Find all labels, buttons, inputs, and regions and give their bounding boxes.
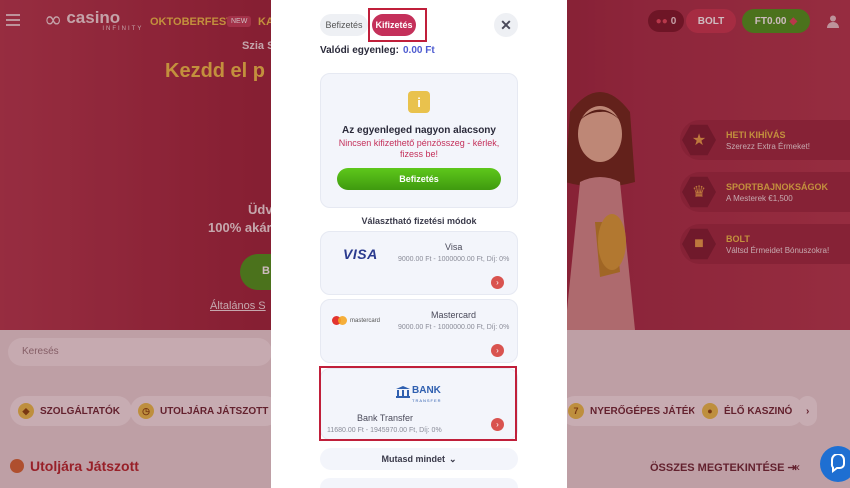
mastercard-logo-text: mastercard xyxy=(350,317,381,324)
chevron-down-icon: ⌄ xyxy=(448,453,457,464)
chevron-right-icon[interactable]: › xyxy=(491,276,504,289)
low-balance-text: Nincsen kifizethető pénzösszeg - kérlek,… xyxy=(338,138,500,159)
mastercard-logo: mastercard xyxy=(332,316,380,325)
payment-methods-title: Választható fizetési módok xyxy=(361,216,477,226)
visa-logo: VISA xyxy=(343,246,378,262)
close-icon[interactable]: ✕ xyxy=(494,13,518,37)
info-icon: i xyxy=(408,91,430,113)
show-all-button[interactable]: Mutasd mindet ⌄ xyxy=(320,448,518,470)
payment-method-range: 9000.00 Ft - 1000000.00 Ft, Díj: 0% xyxy=(398,256,510,263)
payment-method-range: 9000.00 Ft - 1000000.00 Ft, Díj: 0% xyxy=(398,324,510,331)
balance-label: Valódi egyenleg: xyxy=(320,45,399,56)
chevron-right-icon[interactable]: › xyxy=(491,344,504,357)
modal-next-card xyxy=(320,478,518,488)
bank-transfer-highlight xyxy=(319,366,517,441)
show-all-label: Mutasd mindet xyxy=(381,454,445,464)
withdraw-tab-highlight xyxy=(368,8,427,42)
payment-method-name: Mastercard xyxy=(431,310,477,320)
tab-deposit[interactable]: Befizetés xyxy=(320,14,368,36)
deposit-button[interactable]: Befizetés xyxy=(337,168,501,190)
low-balance-title: Az egyenleged nagyon alacsony xyxy=(342,125,496,136)
payment-method-name: Visa xyxy=(445,242,463,252)
chat-icon xyxy=(830,454,845,473)
chat-button[interactable] xyxy=(820,446,850,482)
payment-method-mastercard[interactable] xyxy=(320,299,518,363)
payment-method-visa[interactable] xyxy=(320,231,518,295)
balance-value: 0.00 Ft xyxy=(403,45,435,56)
